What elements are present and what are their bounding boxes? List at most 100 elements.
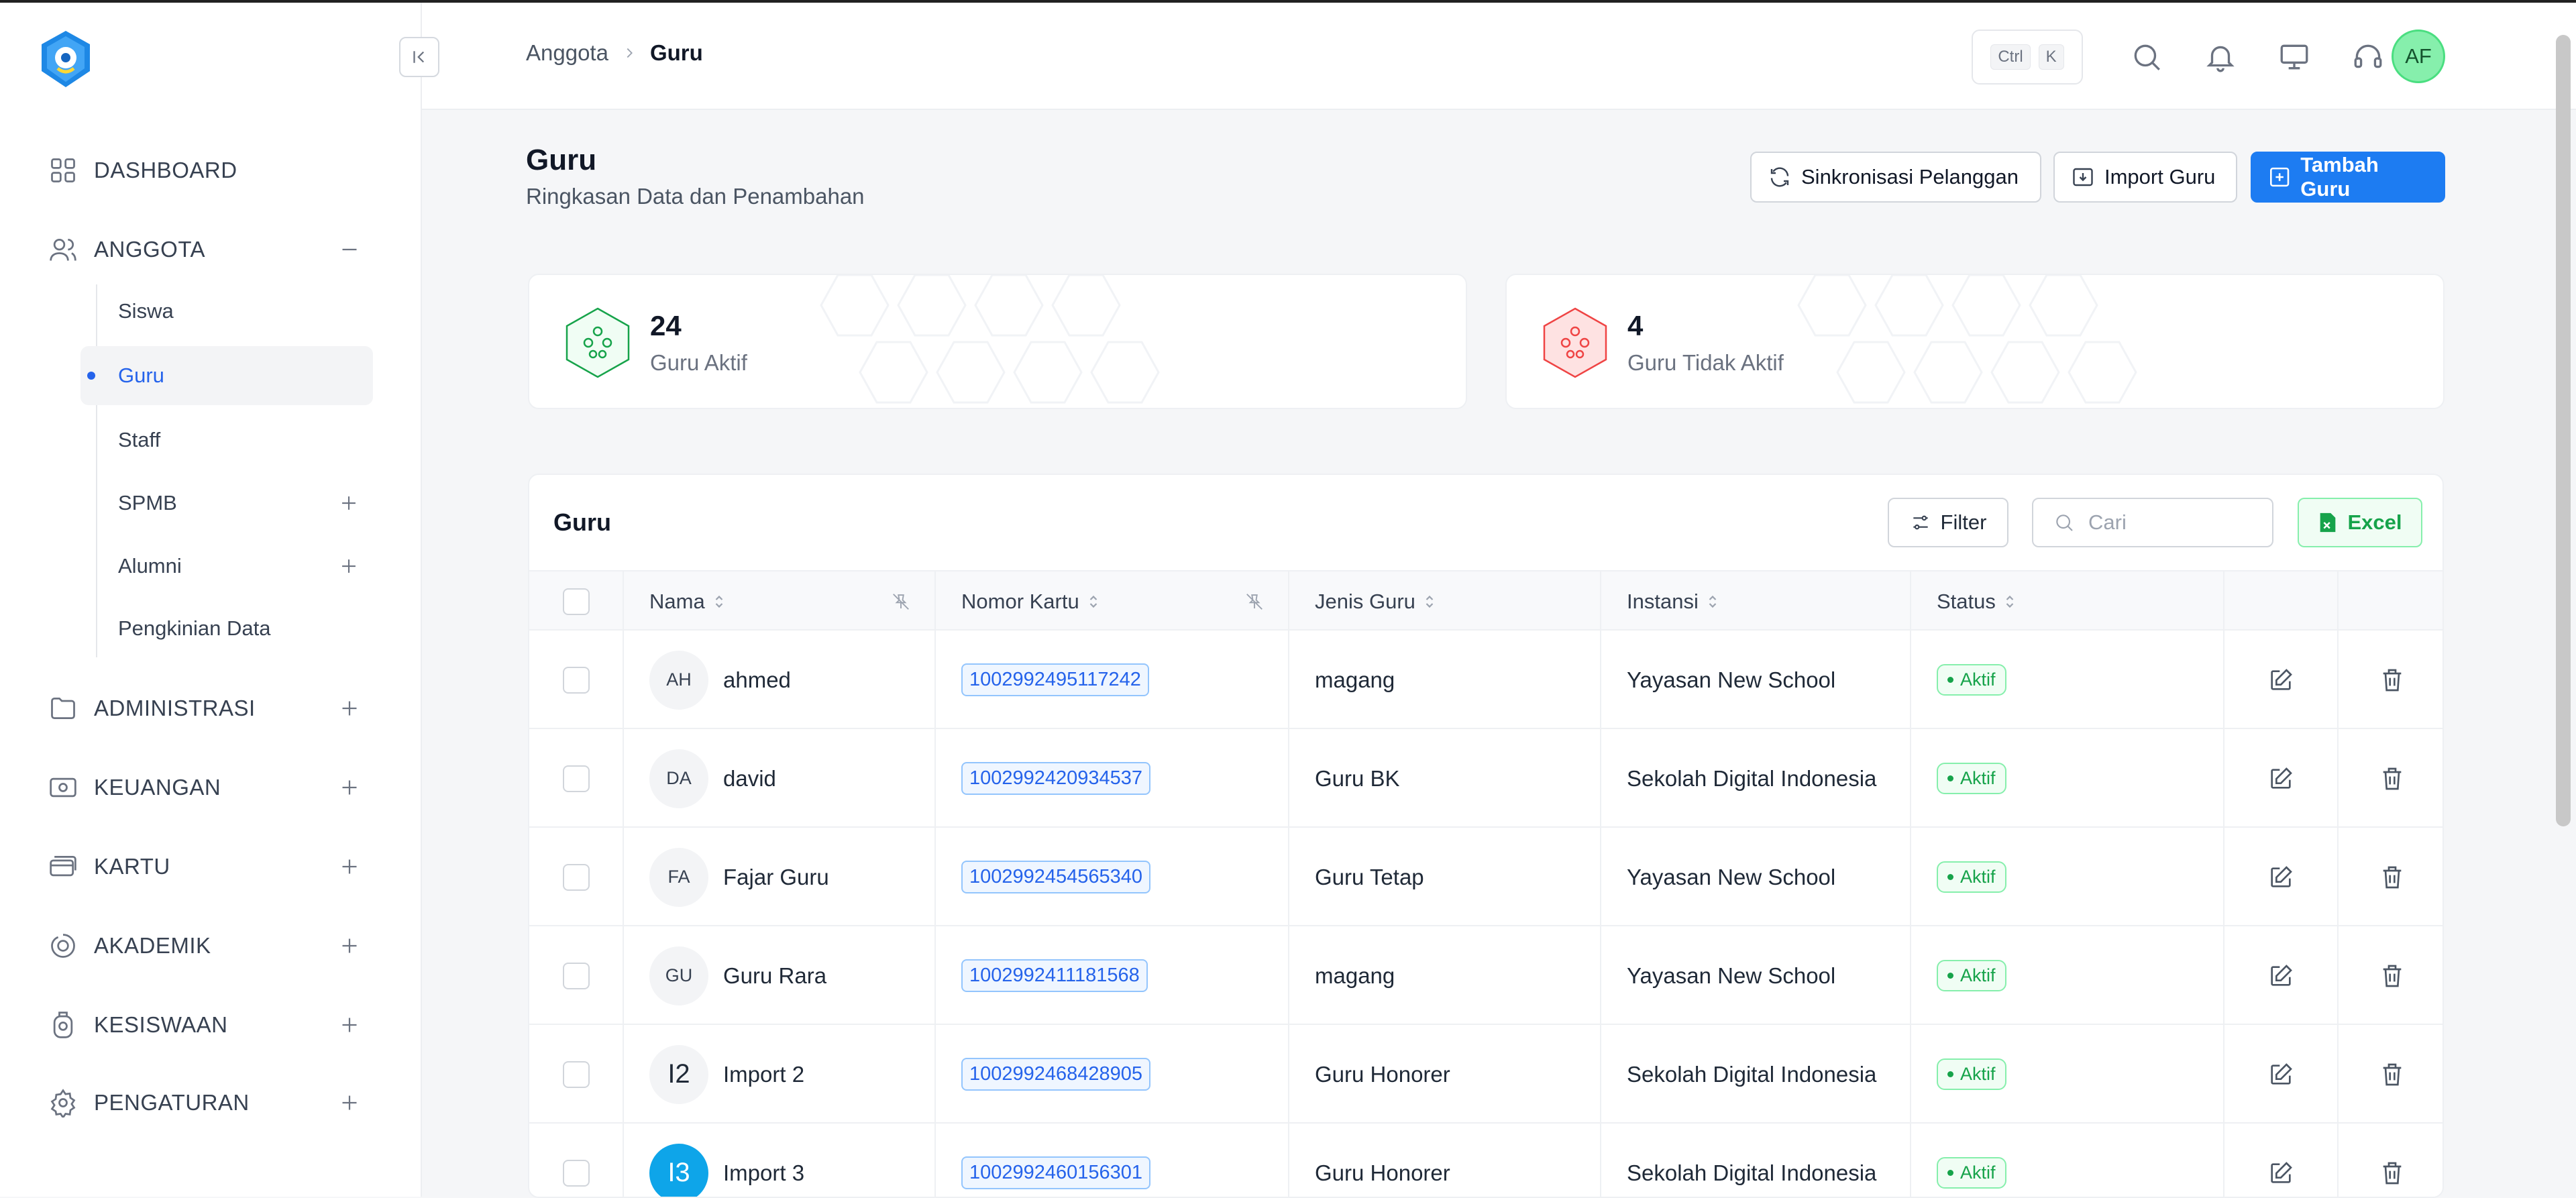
user-avatar[interactable]: AF [2392,30,2445,83]
plus-icon[interactable] [337,555,360,578]
plus-square-icon [2268,165,2291,189]
column-header-instansi[interactable]: Instansi [1601,571,1911,632]
users-icon [48,235,78,264]
row-select-cell [529,828,624,926]
hexagon-pattern [798,274,1200,409]
plus-icon[interactable] [337,1013,362,1037]
edit-icon[interactable] [2267,963,2294,989]
row-checkbox[interactable] [563,1061,590,1088]
edit-icon[interactable] [2267,667,2294,694]
trash-icon[interactable] [2379,667,2406,694]
delete-cell [2339,926,2444,1025]
teacher-name: david [723,766,776,792]
command-shortcut-button[interactable]: Ctrl K [1972,30,2083,85]
type-cell: Guru BK [1289,729,1601,828]
headset-icon[interactable] [2351,40,2385,74]
trash-icon[interactable] [2379,1160,2406,1187]
delete-cell [2339,828,2444,926]
pin-off-icon[interactable] [891,592,911,612]
edit-icon[interactable] [2267,765,2294,792]
plus-icon[interactable] [337,934,362,958]
teacher-active-icon [563,306,633,380]
row-checkbox[interactable] [563,1160,590,1187]
sidebar-subitem-siswa[interactable]: Siswa [80,282,373,341]
trash-icon[interactable] [2379,864,2406,891]
trash-icon[interactable] [2379,963,2406,989]
sidebar-subitem-guru[interactable]: Guru [80,346,373,405]
plus-icon[interactable] [337,775,362,800]
sidebar-subitem-pengkinian-data[interactable]: Pengkinian Data [80,599,373,658]
sidebar-subitem-spmb[interactable]: SPMB [80,474,373,533]
import-teacher-button[interactable]: Import Guru [2053,152,2237,203]
card-number-cell: 1002992495117242 [936,631,1289,729]
sort-icon[interactable] [1424,594,1436,610]
search-input[interactable] [2087,510,2248,535]
sort-icon[interactable] [2004,594,2016,610]
column-header-nomor-kartu[interactable]: Nomor Kartu [936,571,1289,632]
sort-icon[interactable] [713,594,725,610]
sort-icon[interactable] [1707,594,1719,610]
column-header-jenis-guru[interactable]: Jenis Guru [1289,571,1601,632]
table-header: Nama Nomor Kartu Jenis Guru Instansi Sta… [529,570,2444,631]
pin-off-icon[interactable] [1244,592,1265,612]
refresh-icon [1768,165,1792,189]
type-cell: Guru Honorer [1289,1124,1601,1198]
monitor-icon[interactable] [2277,40,2311,74]
table-title: Guru [553,508,611,537]
grid-icon [48,156,78,185]
trash-icon[interactable] [2379,1061,2406,1088]
name-cell: I3 Import 3 [624,1124,936,1198]
search-icon [2053,512,2075,533]
button-label: Tambah Guru [2300,153,2428,201]
plus-icon[interactable] [337,492,360,514]
card-number-badge: 1002992468428905 [961,1058,1150,1091]
row-checkbox[interactable] [563,765,590,792]
column-header-nama[interactable]: Nama [624,571,936,632]
sort-icon[interactable] [1087,594,1099,610]
table-row: I3 Import 3 1002992460156301 Guru Honore… [529,1124,2444,1198]
sidebar-item-kartu[interactable]: KARTU [0,840,422,893]
institution-cell: Sekolah Digital Indonesia [1601,729,1911,828]
edit-icon[interactable] [2267,864,2294,891]
column-header-delete [2339,571,2444,632]
plus-icon[interactable] [337,696,362,720]
filter-button[interactable]: Filter [1888,498,2008,547]
edit-icon[interactable] [2267,1061,2294,1088]
edit-icon[interactable] [2267,1160,2294,1187]
select-all-checkbox[interactable] [563,588,590,615]
search-icon[interactable] [2130,40,2163,74]
sidebar-item-label: KARTU [94,854,170,879]
add-teacher-button[interactable]: Tambah Guru [2251,152,2445,203]
status-badge: Aktif [1937,1058,2006,1090]
row-select-cell [529,1025,624,1124]
export-excel-button[interactable]: Excel [2298,498,2422,547]
sidebar-item-label: ADMINISTRASI [94,696,256,721]
column-label: Nomor Kartu [961,590,1079,614]
trash-icon[interactable] [2379,765,2406,792]
institution-cell: Sekolah Digital Indonesia [1601,1124,1911,1198]
institution-cell: Yayasan New School [1601,828,1911,926]
sidebar-item-keuangan[interactable]: KEUANGAN [0,761,422,814]
delete-cell [2339,1025,2444,1124]
sidebar-item-kesiswaan[interactable]: KESISWAAN [0,998,422,1052]
sidebar-subitem-staff[interactable]: Staff [80,411,373,470]
row-checkbox[interactable] [563,864,590,891]
sidebar-subitem-alumni[interactable]: Alumni [80,537,373,596]
sidebar-item-dashboard[interactable]: DASHBOARD [0,144,422,197]
sidebar-item-pengaturan[interactable]: PENGATURAN [0,1076,422,1130]
collapse-sidebar-button[interactable] [399,37,439,77]
row-checkbox[interactable] [563,667,590,694]
sidebar-item-anggota[interactable]: ANGGOTA [0,223,422,276]
sidebar-item-administrasi[interactable]: ADMINISTRASI [0,682,422,735]
plus-icon[interactable] [337,1091,362,1115]
sidebar-item-akademik[interactable]: AKADEMIK [0,919,422,973]
page-scrollbar[interactable] [2556,35,2571,826]
minus-icon[interactable] [337,237,362,262]
plus-icon[interactable] [337,855,362,879]
row-checkbox[interactable] [563,963,590,989]
column-header-status[interactable]: Status [1911,571,2224,632]
bell-icon[interactable] [2204,40,2237,74]
sync-customers-button[interactable]: Sinkronisasi Pelanggan [1750,152,2041,203]
page-subtitle: Ringkasan Data dan Penambahan [526,184,865,209]
breadcrumb-link[interactable]: Anggota [526,40,608,66]
